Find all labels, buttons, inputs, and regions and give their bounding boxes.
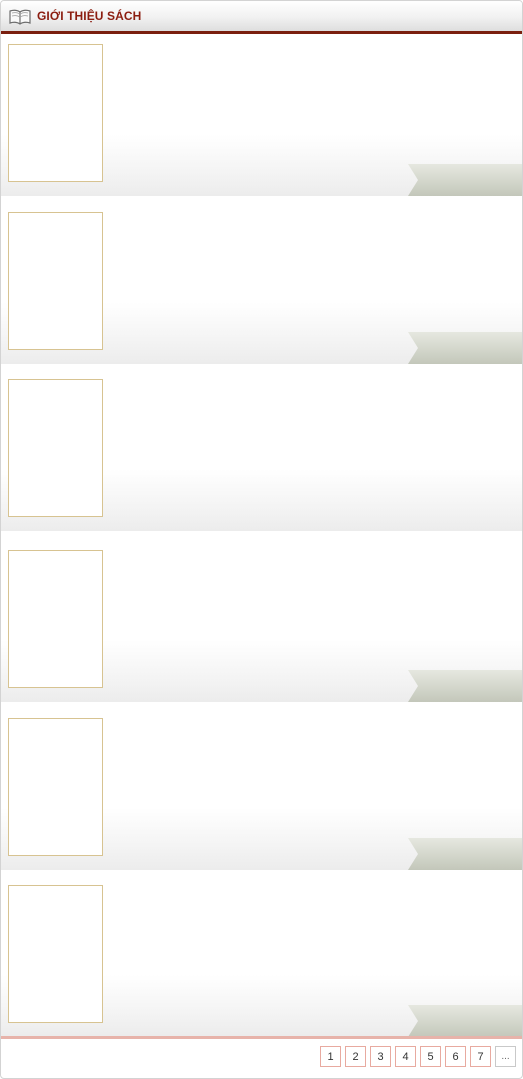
page-7-button[interactable]: 7 bbox=[470, 1046, 491, 1067]
book-cover-placeholder[interactable] bbox=[8, 718, 103, 856]
book-cover-placeholder[interactable] bbox=[8, 885, 103, 1023]
detail-ribbon-button[interactable] bbox=[408, 332, 522, 364]
footer-divider bbox=[1, 1036, 522, 1039]
open-book-icon bbox=[9, 9, 31, 25]
pagination: 1 2 3 4 5 6 7 ... bbox=[320, 1046, 516, 1067]
page-5-button[interactable]: 5 bbox=[420, 1046, 441, 1067]
book-intro-panel: GIỚI THIỆU SÁCH 1 2 3 4 5 6 7 ... bbox=[0, 0, 523, 1079]
detail-ribbon-button[interactable] bbox=[408, 1005, 522, 1037]
detail-ribbon-button[interactable] bbox=[408, 164, 522, 196]
page-1-button[interactable]: 1 bbox=[320, 1046, 341, 1067]
book-cover-placeholder[interactable] bbox=[8, 379, 103, 517]
book-item bbox=[1, 539, 522, 702]
book-item bbox=[1, 34, 522, 196]
page-6-button[interactable]: 6 bbox=[445, 1046, 466, 1067]
book-cover-placeholder[interactable] bbox=[8, 44, 103, 182]
book-item bbox=[1, 707, 522, 870]
page-2-button[interactable]: 2 bbox=[345, 1046, 366, 1067]
page-title: GIỚI THIỆU SÁCH bbox=[37, 9, 142, 23]
detail-ribbon-button[interactable] bbox=[408, 838, 522, 870]
more-pages-button[interactable]: ... bbox=[495, 1046, 516, 1067]
book-item bbox=[1, 875, 522, 1037]
detail-ribbon-button[interactable] bbox=[408, 670, 522, 702]
book-item bbox=[1, 369, 522, 531]
page-4-button[interactable]: 4 bbox=[395, 1046, 416, 1067]
book-item bbox=[1, 202, 522, 364]
panel-header: GIỚI THIỆU SÁCH bbox=[1, 1, 522, 34]
book-cover-placeholder[interactable] bbox=[8, 550, 103, 688]
page-3-button[interactable]: 3 bbox=[370, 1046, 391, 1067]
book-cover-placeholder[interactable] bbox=[8, 212, 103, 350]
